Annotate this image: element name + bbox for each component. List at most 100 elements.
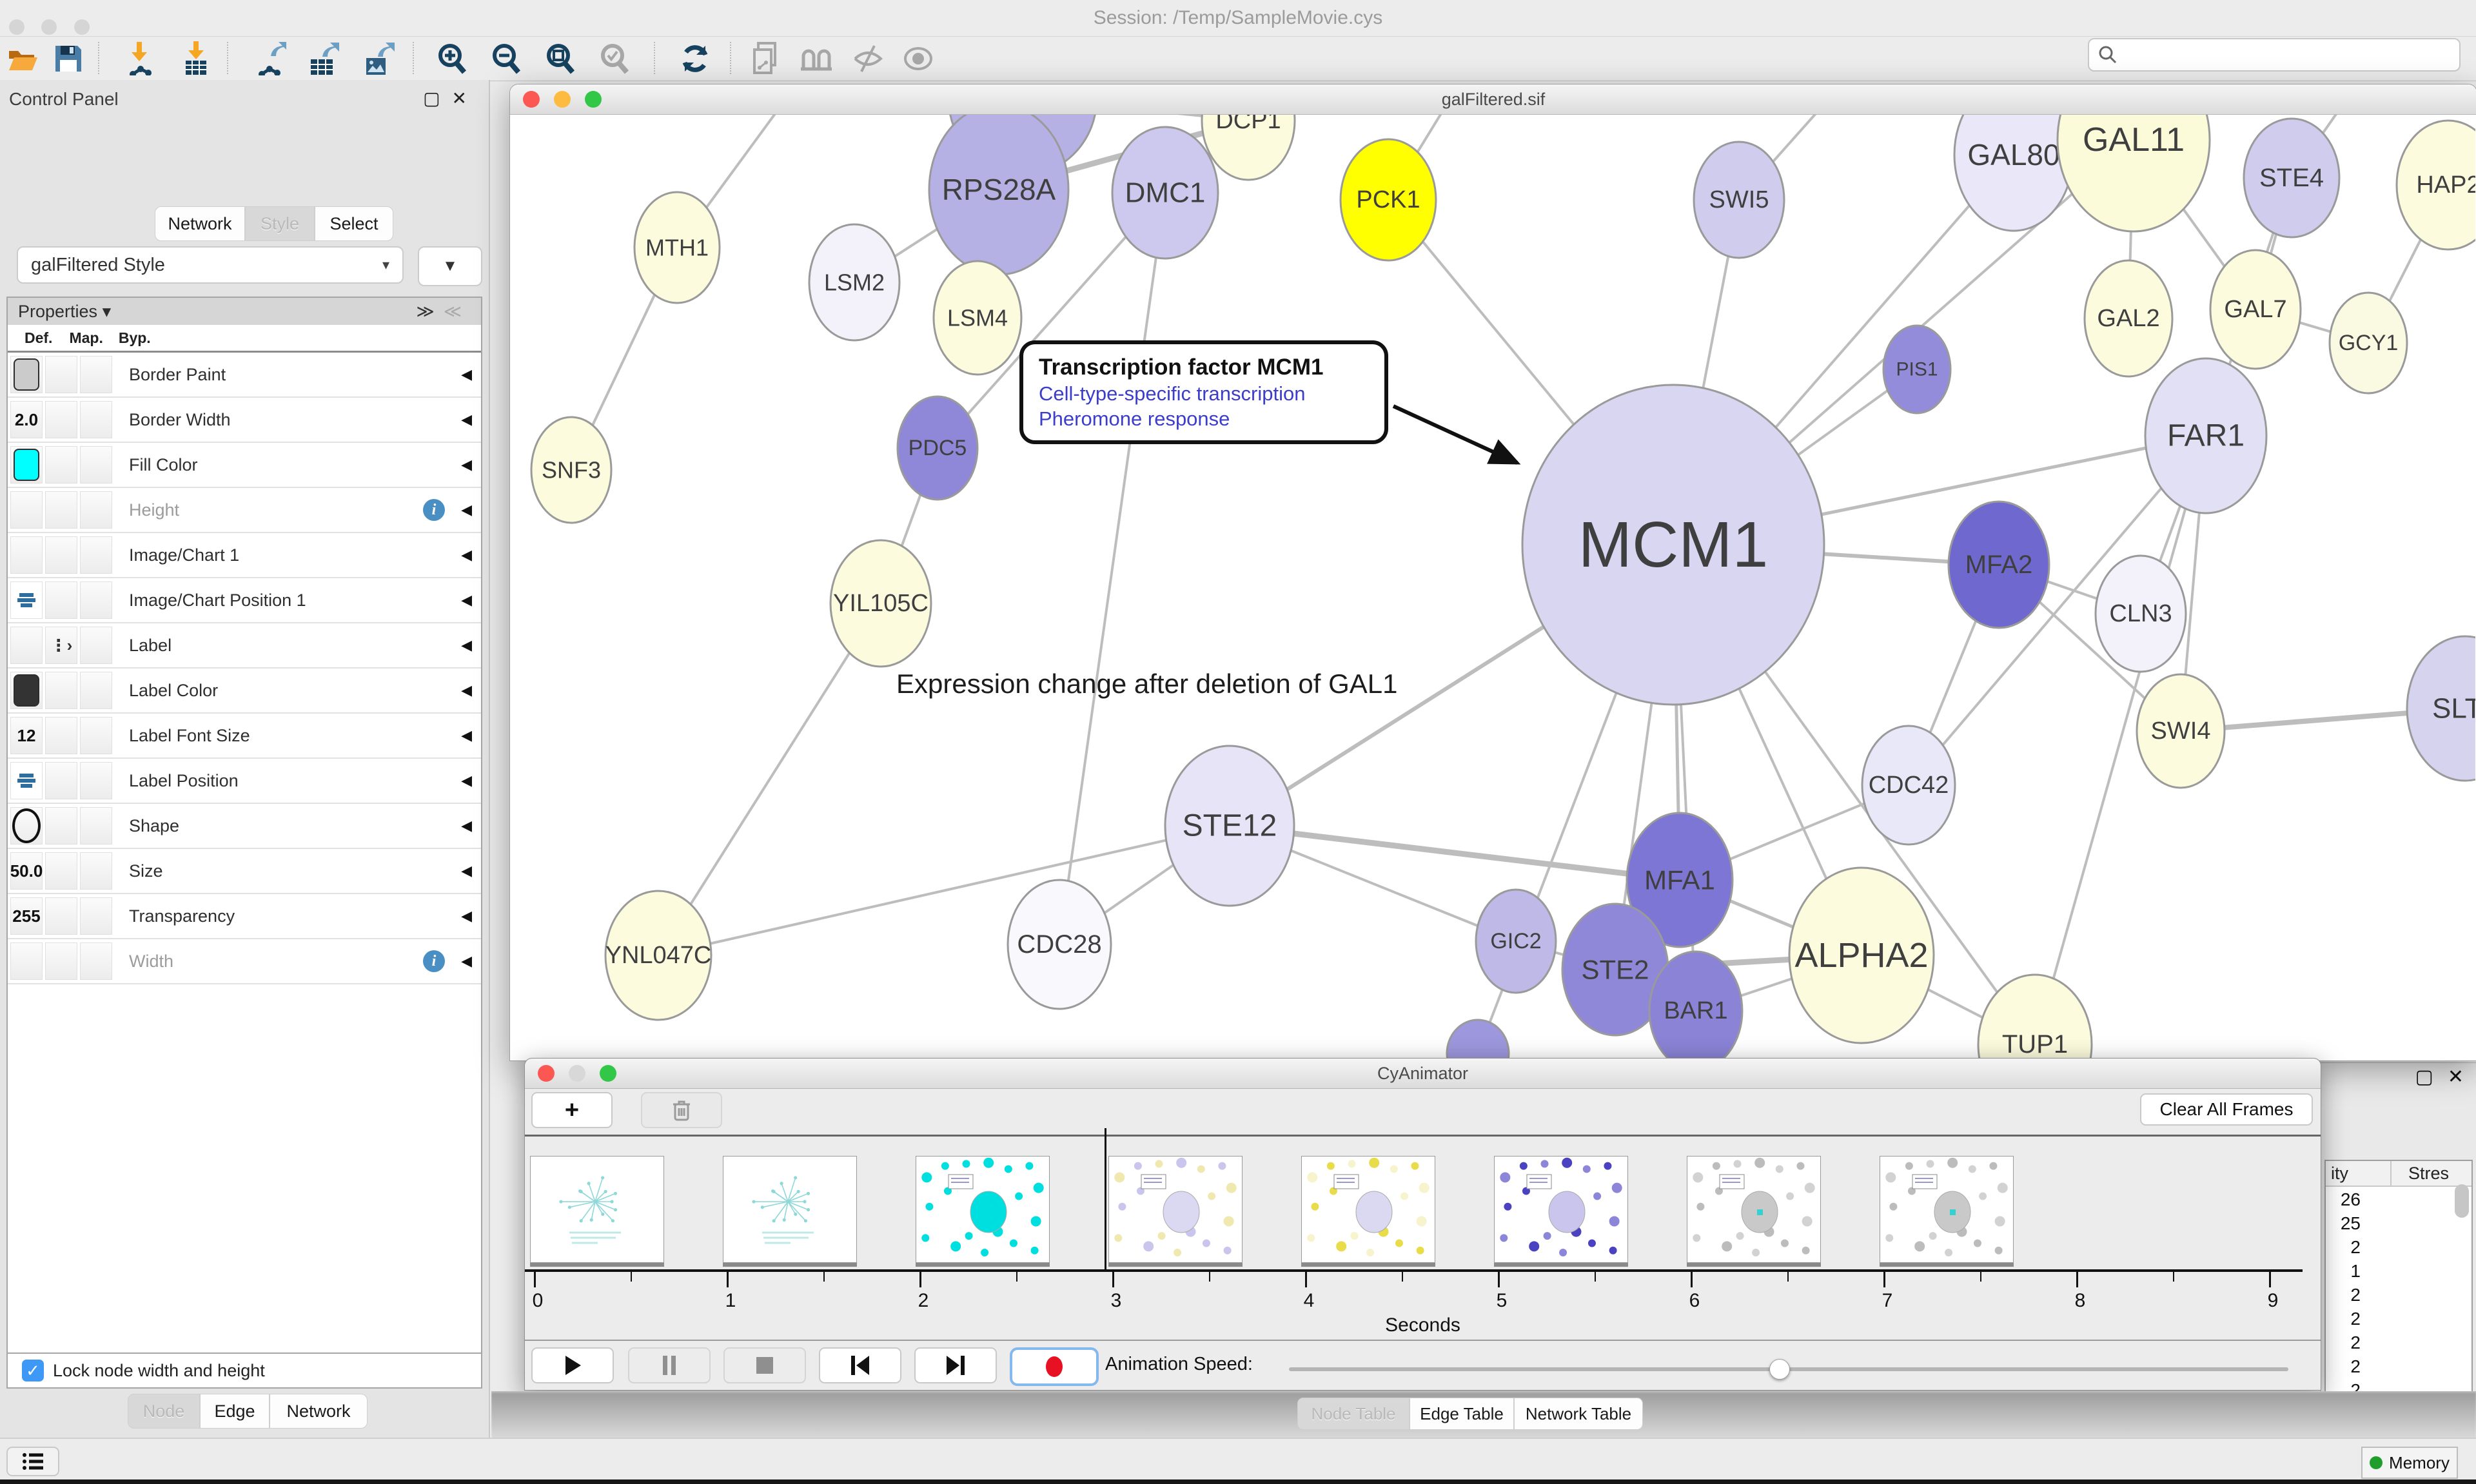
open-session-icon[interactable]	[5, 41, 41, 77]
frame-thumbnail-6s[interactable]	[1687, 1156, 1821, 1263]
property-row-fill-color[interactable]: Fill Color ◀	[8, 443, 481, 488]
search-field[interactable]	[2088, 38, 2461, 72]
tab-edge-table[interactable]: Edge Table	[1410, 1398, 1514, 1430]
frame-thumbnail-4s[interactable]	[1301, 1156, 1435, 1263]
zoom-window-icon[interactable]	[74, 19, 90, 35]
property-row-image-chart-1[interactable]: Image/Chart 1 ◀	[8, 533, 481, 578]
default-value-swatch[interactable]	[14, 358, 39, 391]
collapse-arrow-icon[interactable]: ◀	[461, 682, 472, 699]
node-GAL80[interactable]	[1954, 115, 2073, 231]
tab-node-table[interactable]: Node Table	[1297, 1398, 1410, 1430]
zoom-selected-icon[interactable]	[597, 41, 633, 77]
close-icon[interactable]	[9, 19, 25, 35]
default-value[interactable]: 255	[12, 906, 40, 926]
style-selector[interactable]: galFiltered Style ▾	[17, 246, 404, 284]
property-row-label-font-size[interactable]: 12 Label Font Size ◀	[8, 714, 481, 759]
add-frame-button[interactable]: +	[531, 1092, 613, 1128]
memory-button[interactable]: Memory	[2361, 1447, 2458, 1479]
collapse-arrow-icon[interactable]: ◀	[461, 456, 472, 473]
mapping-icon[interactable]: ⋮›	[50, 636, 73, 656]
show-all-eye-icon[interactable]	[900, 41, 936, 77]
expand-all-icon[interactable]: ≫	[416, 302, 443, 321]
previous-frame-button[interactable]	[819, 1347, 901, 1383]
tab-select[interactable]: Select	[315, 206, 393, 241]
style-options-button[interactable]: ▼	[418, 246, 482, 286]
property-row-image-chart-position-1[interactable]: Image/Chart Position 1 ◀	[8, 578, 481, 623]
default-value[interactable]: 50.0	[10, 861, 43, 881]
cyanimator-titlebar[interactable]: CyAnimator	[525, 1059, 2321, 1089]
edge[interactable]	[658, 603, 881, 955]
minimize-icon[interactable]	[41, 19, 57, 35]
record-button[interactable]	[1010, 1347, 1099, 1386]
property-row-label-position[interactable]: Label Position ◀	[8, 759, 481, 804]
default-value-swatch[interactable]	[14, 674, 39, 707]
collapse-arrow-icon[interactable]: ◀	[461, 411, 472, 428]
slider-thumb[interactable]	[1769, 1359, 1790, 1380]
panel-tab-network[interactable]: Network	[270, 1394, 368, 1429]
timeline[interactable]: 0123456789 Seconds	[525, 1135, 2321, 1343]
frame-thumbnail-5s[interactable]	[1494, 1156, 1628, 1263]
search-network-icon[interactable]	[798, 41, 834, 77]
position-icon[interactable]	[17, 592, 36, 609]
collapse-arrow-icon[interactable]: ◀	[461, 817, 472, 834]
property-row-height[interactable]: Height i ◀	[8, 488, 481, 533]
float-panel-icon[interactable]: ▢	[423, 88, 451, 108]
frame-thumbnail-0s[interactable]	[530, 1156, 664, 1263]
default-value[interactable]: 2.0	[15, 410, 38, 430]
minimize-icon[interactable]	[554, 91, 571, 108]
save-session-icon[interactable]	[50, 41, 86, 77]
edge[interactable]	[1059, 193, 1165, 944]
frame-thumbnail-2s[interactable]	[916, 1156, 1050, 1263]
position-icon[interactable]	[17, 772, 36, 789]
edge[interactable]	[658, 826, 1230, 955]
network-canvas[interactable]: DCP1RPS28ADMC1PCK1SWI5GAL80GAL11STE4HAP2…	[510, 115, 2475, 1060]
collapse-arrow-icon[interactable]: ◀	[461, 592, 472, 609]
playhead[interactable]	[1105, 1128, 1106, 1270]
collapse-arrow-icon[interactable]: ◀	[461, 727, 472, 744]
zoom-in-icon[interactable]	[435, 41, 471, 77]
tab-network-table[interactable]: Network Table	[1514, 1398, 1643, 1430]
column-header-connectivity[interactable]: ity	[2331, 1164, 2348, 1184]
property-row-transparency[interactable]: 255 Transparency ◀	[8, 894, 481, 939]
frame-thumbnail-7s[interactable]	[1880, 1156, 2014, 1263]
collapse-arrow-icon[interactable]: ◀	[461, 772, 472, 789]
zoom-out-icon[interactable]	[489, 41, 525, 77]
collapse-arrow-icon[interactable]: ◀	[461, 366, 472, 383]
info-icon[interactable]: i	[423, 499, 445, 521]
panel-tab-edge[interactable]: Edge	[200, 1394, 270, 1429]
property-row-border-paint[interactable]: Border Paint ◀	[8, 353, 481, 398]
search-input[interactable]	[2117, 44, 2430, 66]
node-CUTB[interactable]	[1447, 1020, 1509, 1060]
collapse-arrow-icon[interactable]: ◀	[461, 953, 472, 970]
collapse-arrow-icon[interactable]: ◀	[461, 908, 472, 924]
copy-network-icon[interactable]	[748, 41, 784, 77]
zoom-fit-icon[interactable]	[543, 41, 579, 77]
shape-ellipse-icon[interactable]	[12, 808, 41, 843]
pause-button[interactable]	[628, 1347, 711, 1383]
close-icon[interactable]	[523, 91, 540, 108]
export-network-icon[interactable]	[253, 41, 289, 77]
animation-speed-slider[interactable]	[1289, 1367, 2288, 1371]
close-panel-icon[interactable]: ✕	[452, 88, 478, 108]
default-value[interactable]: 12	[17, 726, 36, 746]
table-scrollbar-thumb[interactable]	[2455, 1184, 2469, 1218]
delete-frame-button[interactable]	[641, 1092, 722, 1128]
property-row-size[interactable]: 50.0 Size ◀	[8, 849, 481, 894]
hide-selected-eye-slash-icon[interactable]	[850, 41, 886, 77]
property-row-label[interactable]: ⋮› Label ◀	[8, 623, 481, 669]
export-table-icon[interactable]	[306, 41, 342, 77]
close-panel-icon[interactable]: ✕	[2448, 1066, 2464, 1088]
properties-header[interactable]: Properties ▾	[18, 302, 111, 322]
tab-style[interactable]: Style	[245, 206, 315, 241]
zoom-window-icon[interactable]	[600, 1065, 616, 1082]
annotation-link[interactable]: Cell-type-specific transcription	[1039, 382, 1369, 407]
network-window-titlebar[interactable]: galFiltered.sif	[510, 84, 2476, 115]
show-panels-button[interactable]	[6, 1447, 59, 1476]
property-row-width[interactable]: Width i ◀	[8, 939, 481, 984]
collapse-arrow-icon[interactable]: ◀	[461, 637, 472, 654]
collapse-arrow-icon[interactable]: ◀	[461, 863, 472, 879]
frame-thumbnail-1s[interactable]	[723, 1156, 857, 1263]
stop-button[interactable]	[723, 1347, 806, 1383]
frame-thumbnail-3s[interactable]	[1108, 1156, 1243, 1263]
refresh-layout-icon[interactable]	[677, 41, 713, 77]
